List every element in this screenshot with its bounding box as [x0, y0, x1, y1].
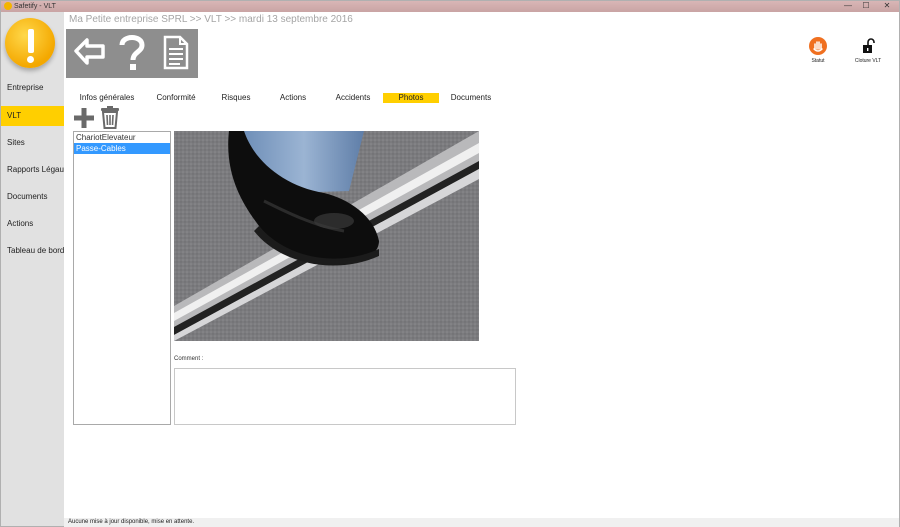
statut-label: Statut	[811, 58, 825, 64]
sidebar-item-rapports-legaux[interactable]: Rapports Légaux	[1, 160, 64, 180]
list-item[interactable]: Passe-Cables	[74, 143, 170, 154]
hand-stop-icon	[809, 37, 827, 55]
toolbar	[66, 29, 198, 78]
tab-accidents[interactable]: Accidents	[327, 93, 379, 103]
sidebar-item-sites[interactable]: Sites	[1, 133, 64, 153]
tab-actions[interactable]: Actions	[271, 93, 315, 103]
tab-documents[interactable]: Documents	[446, 93, 496, 103]
app-window: Safetify - VLT — ☐ ✕ Entreprise VLT Site…	[0, 0, 900, 527]
sidebar-item-documents[interactable]: Documents	[1, 187, 64, 207]
statut-button[interactable]: Statut	[798, 37, 838, 64]
list-item[interactable]: ChariotElevateur	[74, 132, 170, 143]
sidebar-item-actions[interactable]: Actions	[1, 214, 64, 234]
help-question-icon[interactable]	[112, 29, 152, 78]
minimize-button[interactable]: —	[839, 1, 857, 12]
cloture-vlt-label: Cloture VLT	[854, 58, 882, 64]
app-icon	[4, 2, 12, 10]
comment-label: Comment :	[174, 356, 204, 362]
add-icon[interactable]	[74, 108, 94, 128]
close-button[interactable]: ✕	[875, 1, 899, 12]
sidebar: Entreprise VLT Sites Rapports Légaux Doc…	[1, 12, 64, 526]
comment-input[interactable]	[174, 368, 516, 425]
status-bar: Aucune mise à jour disponible, mise en a…	[64, 518, 899, 527]
safetify-logo-icon	[5, 18, 55, 68]
tab-risques[interactable]: Risques	[214, 93, 258, 103]
cloture-vlt-button[interactable]: Cloture VLT	[848, 37, 888, 64]
back-arrow-icon[interactable]	[70, 29, 110, 78]
photo-preview	[174, 131, 479, 341]
trash-icon[interactable]	[99, 105, 121, 129]
document-icon[interactable]	[156, 29, 196, 78]
tab-photos[interactable]: Photos	[383, 93, 439, 103]
title-bar: Safetify - VLT — ☐ ✕	[1, 1, 899, 12]
sidebar-item-vlt[interactable]: VLT	[1, 106, 64, 126]
photo-list[interactable]: ChariotElevateur Passe-Cables	[73, 131, 171, 425]
sidebar-item-tableau-de-bord[interactable]: Tableau de bord	[1, 241, 64, 261]
sidebar-item-entreprise[interactable]: Entreprise	[1, 78, 64, 98]
window-title: Safetify - VLT	[14, 3, 56, 10]
maximize-button[interactable]: ☐	[857, 1, 875, 12]
tab-infos-generales[interactable]: Infos générales	[76, 93, 138, 103]
tab-conformite[interactable]: Conformité	[148, 93, 204, 103]
window-controls: — ☐ ✕	[839, 1, 899, 12]
unlocked-padlock-icon	[859, 37, 877, 55]
breadcrumb: Ma Petite entreprise SPRL >> VLT >> mard…	[69, 14, 353, 25]
